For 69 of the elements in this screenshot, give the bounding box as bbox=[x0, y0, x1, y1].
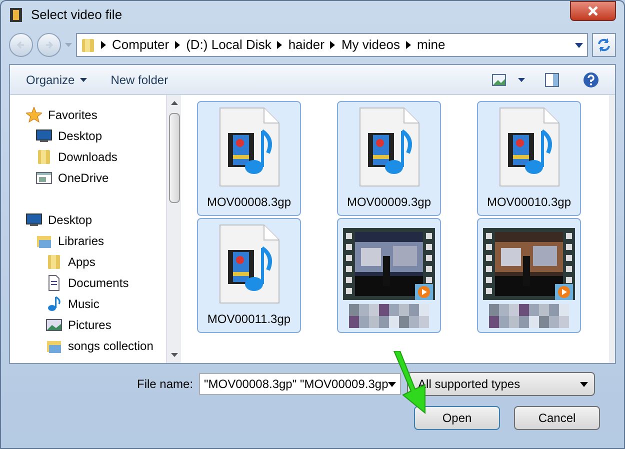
navigation-item[interactable]: Pictures bbox=[68, 316, 112, 334]
close-icon bbox=[588, 6, 598, 16]
file-tile[interactable] bbox=[477, 218, 581, 333]
window-icon bbox=[36, 170, 52, 186]
music-note-icon bbox=[46, 296, 62, 312]
scrollbar[interactable] bbox=[166, 95, 181, 363]
document-icon bbox=[46, 274, 62, 290]
scroll-thumb[interactable] bbox=[168, 113, 180, 203]
file-tile[interactable]: MOV00010.3gp bbox=[477, 101, 581, 216]
navigation-item[interactable]: Libraries bbox=[58, 232, 104, 250]
folder-icon bbox=[36, 148, 52, 164]
chevron-icon bbox=[406, 41, 411, 49]
navigation-item[interactable]: Music bbox=[68, 294, 100, 312]
caret-icon bbox=[518, 78, 525, 82]
chevron-icon bbox=[277, 41, 282, 49]
dropdown-caret-icon[interactable] bbox=[575, 42, 583, 48]
address-bar[interactable]: Computer (D:) Local Disk haider My videos mine bbox=[76, 33, 588, 57]
navigation-item[interactable]: OneDrive bbox=[58, 168, 109, 186]
navigation-item[interactable]: Apps bbox=[68, 252, 96, 270]
window-title: Select video file bbox=[31, 6, 122, 24]
file-name: MOV00010.3gp bbox=[486, 194, 572, 211]
scroll-down-icon bbox=[170, 353, 178, 357]
file-tile[interactable]: MOV00009.3gp bbox=[337, 101, 441, 216]
folder-icon bbox=[81, 37, 95, 53]
file-tile[interactable]: MOV00011.3gp bbox=[197, 218, 301, 333]
caret-icon bbox=[65, 42, 72, 48]
forward-arrow-icon bbox=[44, 40, 54, 50]
dropdown-caret-icon bbox=[580, 382, 588, 386]
folder-icon bbox=[46, 254, 62, 270]
file-tile[interactable] bbox=[337, 218, 441, 333]
refresh-icon bbox=[597, 38, 611, 52]
navigation-item[interactable]: Downloads bbox=[58, 148, 118, 166]
breadcrumb[interactable]: haider bbox=[288, 35, 324, 55]
navigation-item[interactable]: songs collection bbox=[68, 336, 154, 354]
cancel-button[interactable]: Cancel bbox=[514, 406, 600, 430]
caret-icon bbox=[80, 78, 87, 82]
help-icon bbox=[583, 72, 599, 88]
monitor-icon bbox=[26, 212, 42, 228]
monitor-icon bbox=[36, 128, 52, 144]
back-arrow-icon bbox=[16, 40, 26, 50]
preview-pane-icon bbox=[545, 72, 559, 86]
film-app-icon bbox=[9, 7, 23, 23]
file-name-field[interactable]: "MOV00008.3gp" "MOV00009.3gp bbox=[199, 373, 402, 395]
organize-menu-button[interactable]: Organize bbox=[18, 70, 95, 88]
view-icon bbox=[492, 74, 506, 86]
new-folder-button[interactable]: New folder bbox=[102, 70, 176, 88]
scroll-up-icon bbox=[170, 101, 178, 105]
file-name: MOV00009.3gp bbox=[346, 194, 432, 211]
navigation-item[interactable]: Documents bbox=[68, 274, 129, 292]
breadcrumb[interactable]: (D:) Local Disk bbox=[186, 35, 272, 55]
star-icon bbox=[26, 106, 42, 122]
refresh-button[interactable] bbox=[592, 33, 616, 57]
file-name-label: File name: bbox=[137, 376, 194, 393]
image-icon bbox=[46, 316, 62, 332]
file-name: MOV00011.3gp bbox=[207, 311, 291, 328]
chevron-icon bbox=[101, 41, 106, 49]
breadcrumb[interactable]: Computer bbox=[112, 35, 170, 55]
dropdown-caret-icon bbox=[388, 382, 396, 386]
breadcrumb[interactable]: mine bbox=[417, 35, 446, 55]
file-tile[interactable]: MOV00008.3gp bbox=[197, 101, 301, 216]
chevron-icon bbox=[175, 41, 180, 49]
navigation-item[interactable]: Favorites bbox=[48, 106, 98, 124]
chevron-icon bbox=[330, 41, 336, 49]
file-name: MOV00008.3gp bbox=[206, 194, 292, 211]
navigation-item[interactable]: Desktop bbox=[48, 210, 92, 228]
close-button[interactable] bbox=[570, 1, 616, 21]
open-button[interactable]: Open bbox=[414, 406, 500, 430]
breadcrumb[interactable]: My videos bbox=[341, 35, 400, 55]
navigation-item[interactable]: Desktop bbox=[58, 126, 102, 144]
